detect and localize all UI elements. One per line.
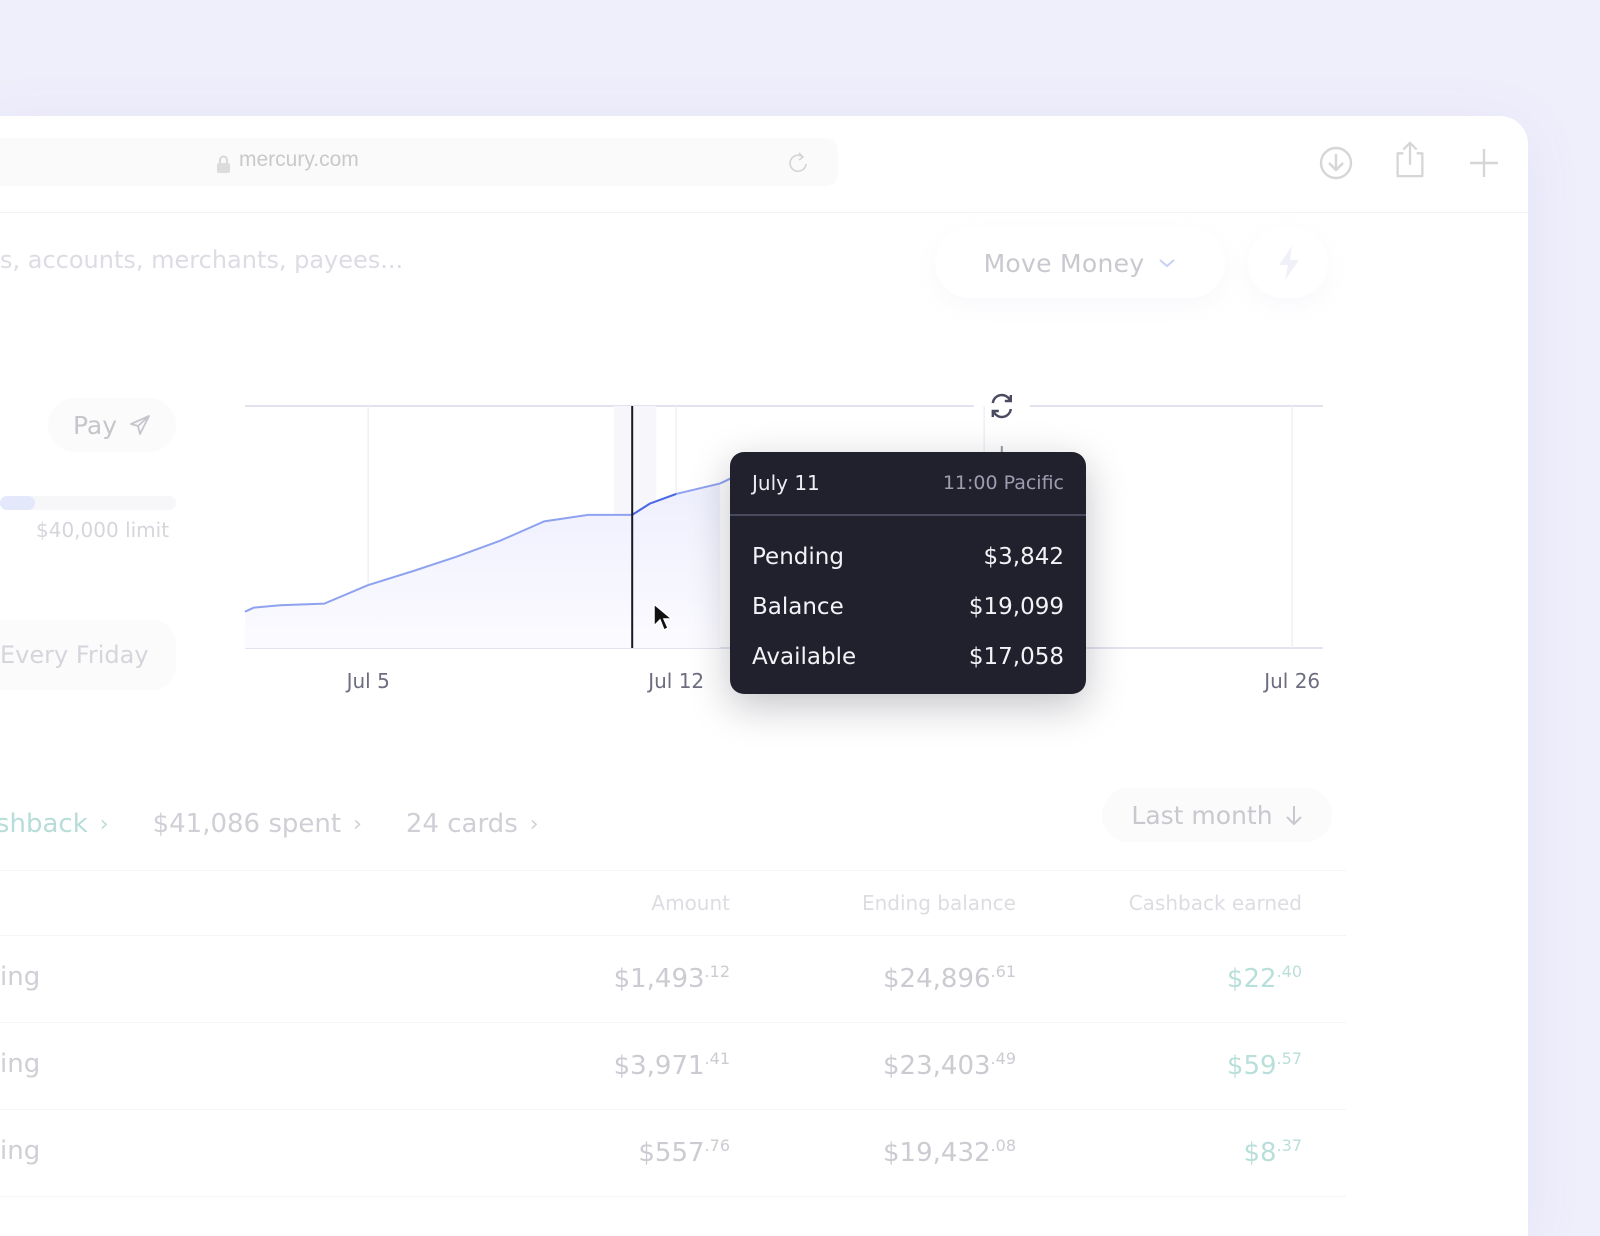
tooltip-value: $17,058 (968, 644, 1064, 670)
row-amount: $3,971.41 (613, 1049, 730, 1081)
chevron-right-icon: › (353, 811, 362, 837)
summary-links: ashback › $41,086 spent › 24 cards › (0, 804, 583, 844)
column-header-amount[interactable]: Amount (651, 891, 730, 915)
arrow-down-icon (1285, 806, 1302, 826)
row-name: ing (0, 1049, 41, 1079)
tooltip-row-balance: Balance $19,099 (730, 582, 1086, 632)
spent-label: $41,086 spent (152, 809, 342, 839)
row-cashback: $59.57 (1226, 1049, 1302, 1081)
tooltip-value: $19,099 (968, 594, 1064, 620)
period-selector[interactable]: Last month (1102, 788, 1332, 842)
cashback-label: ashback (0, 809, 88, 839)
column-header-ending-balance[interactable]: Ending balance (862, 891, 1016, 915)
tooltip-label: Available (752, 644, 857, 670)
row-name: ing (0, 1136, 41, 1166)
cards-link[interactable]: 24 cards › (406, 809, 539, 839)
row-ending-balance: $24,896.61 (883, 962, 1016, 994)
row-amount: $1,493.12 (613, 962, 730, 994)
row-cashback: $22.40 (1226, 962, 1302, 994)
tooltip-row-available: Available $17,058 (730, 632, 1086, 682)
chart-tooltip: July 11 11:00 Pacific Pending $3,842 Bal… (730, 452, 1086, 694)
row-amount: $557.76 (638, 1136, 730, 1168)
browser-window: mercury.com s, accounts, merchants, paye… (0, 116, 1528, 1236)
tooltip-label: Pending (752, 544, 844, 570)
transactions-table: Amount Ending balance Cashback earned in… (0, 870, 1346, 1197)
x-tick-label: Jul 12 (646, 669, 704, 693)
table-row[interactable]: ing $3,971.41 $23,403.49 $59.57 (0, 1023, 1346, 1110)
tooltip-header: July 11 11:00 Pacific (730, 452, 1086, 516)
column-header-cashback[interactable]: Cashback earned (1129, 891, 1302, 915)
cards-label: 24 cards (405, 809, 518, 839)
x-tick-label: Jul 26 (1262, 669, 1320, 693)
cashback-link[interactable]: ashback › (0, 809, 109, 839)
tooltip-value: $3,842 (983, 544, 1064, 570)
mouse-cursor-icon (653, 602, 674, 632)
refresh-icon (991, 393, 1012, 419)
tooltip-date: July 11 (752, 471, 820, 495)
period-label: Last month (1131, 800, 1273, 830)
tooltip-row-pending: Pending $3,842 (730, 532, 1086, 582)
tooltip-label: Balance (752, 594, 844, 620)
table-header: Amount Ending balance Cashback earned (0, 870, 1346, 936)
chevron-right-icon: › (99, 811, 109, 837)
row-name: ing (0, 962, 41, 992)
row-cashback: $8.37 (1243, 1136, 1302, 1168)
table-row[interactable]: ing $1,493.12 $24,896.61 $22.40 (0, 936, 1346, 1023)
row-ending-balance: $23,403.49 (883, 1049, 1016, 1081)
x-tick-label: Jul 5 (345, 669, 390, 693)
table-row[interactable]: ing $557.76 $19,432.08 $8.37 (0, 1110, 1346, 1197)
tooltip-time: 11:00 Pacific (942, 472, 1064, 494)
row-ending-balance: $19,432.08 (883, 1136, 1016, 1168)
balance-area (245, 483, 721, 648)
spent-link[interactable]: $41,086 spent › (153, 809, 362, 839)
chevron-right-icon: › (529, 811, 539, 837)
